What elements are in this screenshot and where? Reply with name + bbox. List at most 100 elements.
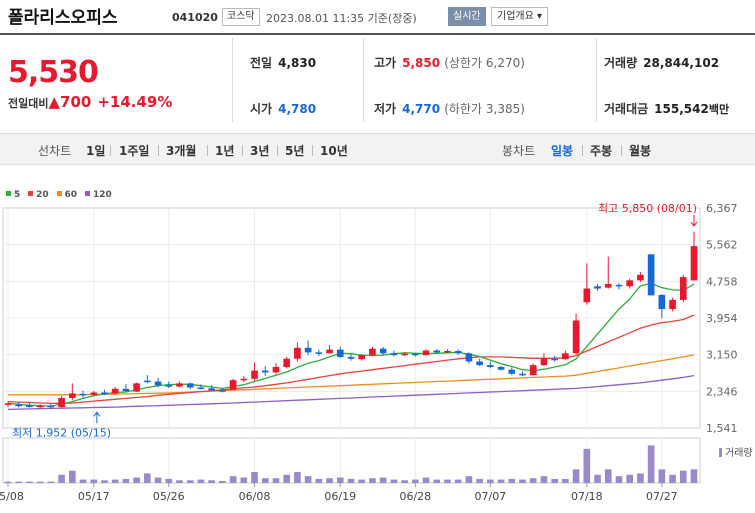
range-1w[interactable]: 1주일: [119, 142, 149, 159]
volume-bar: [304, 476, 312, 483]
price-change: 전일대비▲700 +14.49%: [8, 93, 172, 111]
volume-bar: [519, 479, 526, 483]
open-label: 시가: [250, 102, 273, 116]
period-daily[interactable]: 일봉: [551, 142, 573, 159]
volume-bar: [144, 473, 151, 483]
volume-label: 거래량: [725, 447, 753, 459]
volume-bar: [562, 478, 569, 483]
candle-body: [15, 404, 23, 407]
ma60-line: [8, 354, 695, 396]
candle-body: [529, 365, 537, 376]
max-annotation: 최고 5,850 (08/01): [598, 202, 697, 215]
candle-body: [68, 393, 76, 398]
amount: 거래대금 155,542백만: [604, 100, 729, 117]
divider: [582, 145, 583, 156]
line-chart-label: 선차트: [38, 144, 72, 158]
candle-body: [519, 373, 526, 376]
volume-bar: [379, 477, 387, 483]
candle-body: [111, 388, 119, 394]
candle-body: [679, 277, 687, 300]
volume-bar: [101, 480, 108, 483]
volume-bar: [594, 474, 601, 483]
y-tick-label: 3,150: [706, 349, 738, 362]
volume-bar: [583, 448, 591, 483]
volume-bar: [604, 469, 612, 483]
y-tick-label: 4,758: [706, 275, 738, 288]
company-info-button[interactable]: 기업개요 ▾: [491, 7, 548, 26]
high-value: 5,850: [402, 56, 441, 70]
candle-body: [465, 353, 473, 362]
volume-bar: [208, 480, 215, 483]
volume-bar: [433, 479, 441, 483]
divider: [621, 145, 622, 156]
candle-body: [390, 353, 398, 356]
candle-body: [658, 294, 666, 310]
candle-body: [615, 284, 623, 287]
legend-swatch: [28, 191, 34, 196]
volume-bar: [197, 479, 205, 483]
volume-bar: [572, 469, 580, 483]
candle-body: [476, 361, 483, 366]
x-tick-label: 06/28: [399, 490, 431, 503]
candle-body: [79, 393, 87, 396]
range-10y[interactable]: 10년: [320, 142, 348, 159]
divider: [232, 38, 233, 122]
range-1d[interactable]: 1일: [86, 142, 105, 159]
range-1y[interactable]: 1년: [215, 142, 234, 159]
range-5y[interactable]: 5년: [285, 142, 304, 159]
period-weekly[interactable]: 주봉: [590, 142, 612, 159]
change-percent: +14.49%: [97, 93, 173, 111]
stock-name: 폴라리스오피스: [8, 8, 118, 28]
volume-bar: [58, 474, 65, 483]
min-annotation: 최저 1,952 (05/15): [12, 426, 111, 439]
period-monthly[interactable]: 월봉: [629, 142, 651, 159]
candle-body: [369, 348, 376, 356]
volume-bar: [122, 478, 130, 483]
volume-bar: [540, 476, 548, 483]
divider: [363, 38, 364, 122]
volume-bar: [229, 476, 237, 483]
candle-body: [240, 378, 248, 381]
candle-body: [272, 366, 280, 373]
volume-bar: [36, 481, 44, 483]
volume-bar: [615, 476, 623, 483]
candle-body: [508, 369, 516, 374]
volume-bar: [454, 479, 462, 483]
prev-close-value: 4,830: [278, 56, 317, 70]
candle-body: [197, 387, 205, 389]
chart-toolbar: 선차트 1일 1주일 3개월 1년 3년 5년 10년 봉차트 일봉 주봉 월봉: [0, 133, 755, 165]
lower-limit: (하한가 3,385): [444, 102, 525, 116]
range-3m[interactable]: 3개월: [166, 142, 196, 159]
y-tick-label: 1,541: [706, 422, 738, 435]
volume-bar: [261, 478, 269, 483]
candle-body: [186, 383, 194, 388]
volume-bar: [390, 479, 398, 483]
candle-body: [315, 352, 323, 354]
amount-value: 155,542: [654, 102, 709, 116]
candle-body: [379, 348, 387, 354]
y-tick-label: 5,562: [706, 239, 738, 252]
range-3y[interactable]: 3년: [250, 142, 269, 159]
candle-body: [444, 351, 451, 353]
candlestick-chart[interactable]: 6,367 5,562 4,758 3,954 3,150 2,346 1,541 05/08…: [0, 198, 755, 513]
divider: [110, 145, 111, 156]
candle-body: [572, 320, 580, 354]
volume-bar: [476, 478, 483, 483]
candle-body: [294, 347, 301, 359]
volume-value: 28,844,102: [643, 56, 720, 70]
y-tick-label: 6,367: [706, 202, 738, 215]
stock-code: 041020: [172, 11, 218, 24]
volume-bar: [4, 481, 12, 483]
volume-bar: [294, 472, 301, 483]
realtime-button[interactable]: 실시간: [448, 7, 486, 26]
candle-body: [562, 353, 569, 360]
current-price: 5,530: [8, 55, 99, 90]
volume-bar: [186, 480, 194, 483]
candle-body: [58, 397, 65, 408]
volume-bar: [369, 478, 376, 483]
volume-bar: [111, 479, 119, 483]
candle-body: [669, 299, 676, 310]
candle-body: [583, 288, 591, 303]
volume-bar: [401, 480, 408, 483]
x-tick-label: 05/26: [153, 490, 185, 503]
